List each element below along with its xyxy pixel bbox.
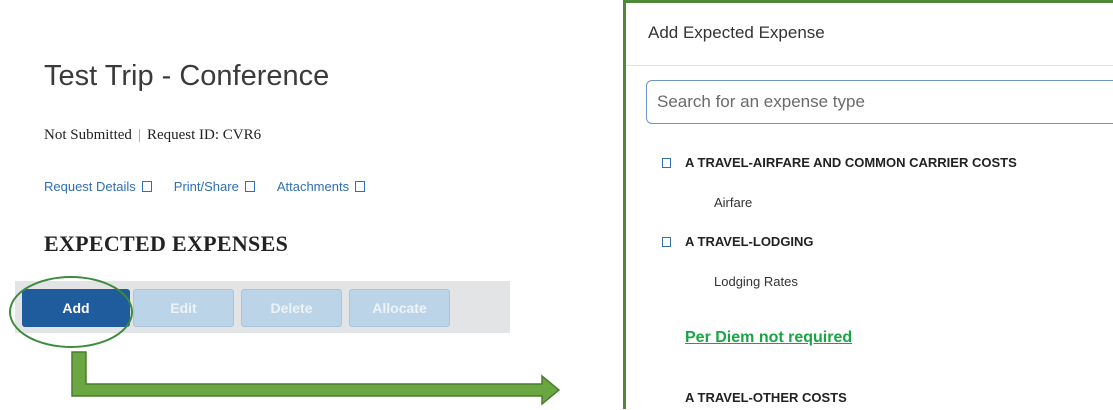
- request-links: Request Details Print/Share Attachments: [44, 179, 387, 194]
- dialog-title: Add Expected Expense: [648, 23, 825, 42]
- allocate-button[interactable]: Allocate: [349, 289, 450, 327]
- expense-type-airfare[interactable]: Airfare: [714, 195, 752, 210]
- print-share-link[interactable]: Print/Share: [174, 179, 255, 194]
- category-airfare[interactable]: A TRAVEL-AIRFARE AND COMMON CARRIER COST…: [662, 155, 1017, 170]
- attachments-label: Attachments: [276, 179, 350, 194]
- square-icon: [662, 236, 671, 247]
- square-icon: [141, 181, 152, 192]
- status-text: Not Submitted: [44, 127, 132, 143]
- expense-type-search-input[interactable]: [646, 80, 1113, 124]
- dialog-divider: [626, 65, 1113, 66]
- add-button[interactable]: Add: [22, 289, 130, 327]
- request-id: Request ID: CVR6: [146, 127, 262, 143]
- category-label: A TRAVEL-AIRFARE AND COMMON CARRIER COST…: [685, 155, 1017, 170]
- square-icon: [662, 157, 671, 168]
- square-icon: [244, 181, 255, 192]
- request-meta: Not Submitted | Request ID: CVR6: [44, 127, 261, 144]
- attachments-link[interactable]: Attachments: [276, 179, 366, 194]
- category-lodging[interactable]: A TRAVEL-LODGING: [662, 234, 814, 249]
- page-title: Test Trip - Conference: [44, 60, 330, 92]
- square-icon: [355, 181, 366, 192]
- add-expected-expense-dialog: Add Expected Expense A TRAVEL-AIRFARE AN…: [623, 0, 1113, 409]
- expense-toolbar: Add Edit Delete Allocate: [15, 281, 510, 333]
- print-share-label: Print/Share: [173, 179, 239, 194]
- per-diem-note: Per Diem not required: [685, 329, 853, 346]
- request-details-link[interactable]: Request Details: [44, 179, 152, 194]
- expected-expenses-heading: EXPECTED EXPENSES: [44, 231, 289, 256]
- callout-arrow: [71, 351, 560, 406]
- category-other-costs[interactable]: A TRAVEL-OTHER COSTS: [685, 390, 847, 405]
- edit-button[interactable]: Edit: [133, 289, 234, 327]
- meta-separator: |: [137, 127, 141, 143]
- delete-button[interactable]: Delete: [241, 289, 342, 327]
- expense-type-lodging-rates[interactable]: Lodging Rates: [714, 274, 798, 289]
- request-details-label: Request Details: [44, 179, 136, 194]
- category-label: A TRAVEL-LODGING: [685, 234, 814, 249]
